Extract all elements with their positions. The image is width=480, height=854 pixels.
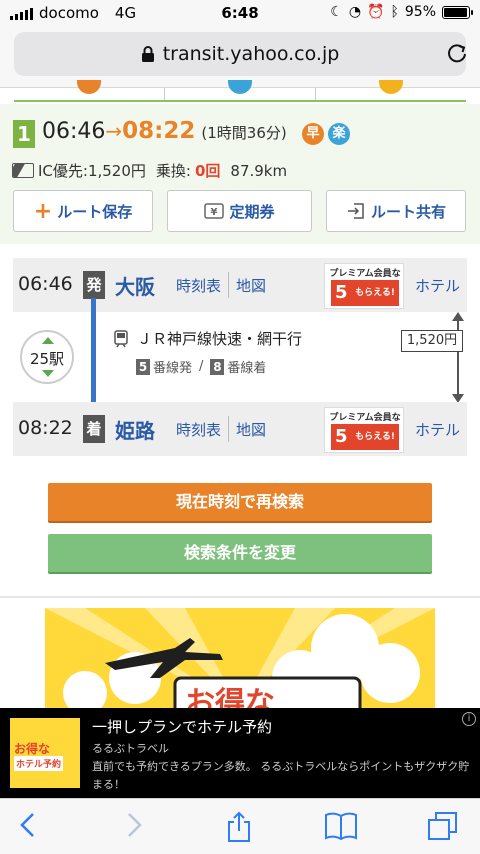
divider [228, 416, 229, 442]
duration: (1時間36分) [201, 124, 287, 142]
ad-banner[interactable]: お得な [45, 608, 435, 708]
save-route-label: ルート保存 [57, 202, 133, 221]
arrow-up-icon [452, 312, 464, 321]
train-info: ＪＲ神戸線快速・網干行 [113, 328, 302, 349]
ad-banner-text: お得な [185, 686, 275, 708]
bookmarks-icon[interactable] [324, 811, 358, 841]
promo-text: もらえる! [355, 432, 395, 442]
commuter-pass-button[interactable]: ¥ 定期券 [167, 190, 312, 232]
triangle-down-icon [42, 370, 54, 377]
tab-route-1[interactable] [14, 80, 165, 100]
fare-label: 1,520円 [401, 330, 463, 352]
share-route-label: ルート共有 [370, 202, 446, 221]
research-now-button[interactable]: 現在時刻で再検索 [48, 483, 432, 521]
change-conditions-button[interactable]: 検索条件を変更 [48, 534, 432, 572]
arr-platform-text: 番線着 [227, 361, 267, 376]
ad-title[interactable]: 一押しプランでホテル予約 [92, 716, 272, 737]
pass-icon: ¥ [204, 203, 225, 219]
origin-station-row: 06:46 発 大阪 時刻表 地図 プレミアム会員なら 5もらえる! ホテル [13, 258, 467, 312]
promo-pct: 5 [335, 282, 348, 303]
plus-icon: + [33, 198, 53, 224]
badge-fast: 早 [302, 123, 324, 145]
arr-platform-number: 8 [210, 358, 225, 375]
status-bar: docomo 4G 6:48 ☾ ◔ ⏰ ᛒ 95% [0, 0, 480, 30]
badge-easy: 楽 [328, 123, 350, 145]
origin-station-name[interactable]: 大阪 [115, 271, 155, 300]
battery-percent: 95% [404, 4, 436, 20]
ic-card-icon [12, 163, 34, 178]
destination-time: 08:22 [18, 417, 73, 439]
ad-thumb-text1: お得な [14, 742, 51, 756]
platform-info: 5 番線発 / 8 番線着 [136, 357, 266, 376]
promo-pct: 5 [335, 426, 348, 447]
origin-time: 06:46 [18, 273, 73, 295]
browser-toolbar [0, 798, 480, 854]
triangle-up-icon [42, 337, 54, 344]
moon-icon: ☾ [330, 4, 343, 20]
share-route-button[interactable]: ルート共有 [326, 190, 466, 232]
battery-icon [442, 5, 473, 19]
depart-time: 06:46 [42, 119, 106, 144]
route-number: 1 [13, 120, 35, 148]
dep-platform-text: 番線発 [153, 361, 193, 376]
ad-advertiser: るるぶトラベル [92, 742, 169, 755]
transfers-value: 0回 [194, 162, 221, 180]
destination-station-row: 08:22 着 姫路 時刻表 地図 プレミアム会員なら 5もらえる! ホテル [13, 402, 467, 456]
depart-mark: 発 [83, 271, 105, 299]
origin-hotel-link[interactable]: ホテル [415, 275, 460, 296]
bluetooth-icon: ᛒ [390, 4, 399, 20]
ic-fare: IC優先:1,520円 [38, 162, 146, 180]
route-info: IC優先:1,520円 乗換: 0回 87.9km [12, 160, 287, 181]
share-sheet-icon[interactable] [226, 811, 252, 843]
back-icon[interactable] [18, 811, 38, 839]
distance: 87.9km [230, 161, 288, 180]
ad-overlay[interactable]: お得な ホテル予約 一押しプランでホテル予約 るるぶトラベル 直前でも予約できる… [0, 708, 480, 798]
status-icons: ☾ ◔ ⏰ ᛒ 95% [330, 4, 473, 20]
tabs-icon[interactable] [427, 811, 459, 841]
forward-icon[interactable] [124, 811, 144, 839]
route-times: 06:46 → 08:22 (1時間36分) [42, 118, 287, 144]
route-summary: 1 06:46 → 08:22 (1時間36分) 早 楽 IC優先:1,520円… [0, 104, 480, 244]
tab-route-3[interactable] [316, 80, 466, 100]
stop-count: 25駅 [20, 330, 74, 384]
url-bar[interactable]: transit.yahoo.co.jp [14, 32, 466, 76]
arrive-time: 08:22 [122, 118, 196, 144]
section-divider [0, 596, 480, 598]
divider [228, 272, 229, 298]
destination-timetable-link[interactable]: 時刻表 [176, 419, 221, 440]
origin-map-link[interactable]: 地図 [236, 275, 266, 296]
promo-box: 5 もらえる! [331, 280, 399, 306]
reload-icon[interactable] [446, 42, 468, 64]
time-arrow: → [105, 119, 123, 143]
promo-text: もらえる! [355, 288, 395, 298]
destination-hotel-link[interactable]: ホテル [415, 419, 460, 440]
commuter-pass-label: 定期券 [229, 202, 275, 221]
dep-platform-number: 5 [136, 358, 150, 375]
destination-map-link[interactable]: 地図 [236, 419, 266, 440]
ad-body: 直前でも予約できるプラン多数。 るるぶトラベルならポイントもザクザク貯まる！ [92, 760, 470, 791]
alarm-icon: ⏰ [367, 4, 385, 20]
lock-icon [141, 45, 154, 62]
train-icon [114, 329, 128, 347]
share-icon [347, 203, 364, 219]
ad-info-icon[interactable]: i [462, 712, 476, 726]
platform-separator: / [199, 359, 204, 374]
stop-count-label: 25駅 [29, 350, 65, 368]
premium-promo[interactable]: プレミアム会員なら 5もらえる! [324, 407, 404, 453]
tab-route-2[interactable] [165, 80, 316, 100]
destination-station-name[interactable]: 姫路 [115, 415, 155, 444]
orientation-lock-icon: ◔ [348, 4, 362, 20]
promo-box: 5 もらえる! [331, 424, 399, 450]
svg-text:¥: ¥ [211, 207, 218, 218]
ad-thumb-text2: ホテル予約 [14, 756, 64, 771]
route-tabs [14, 80, 466, 102]
arrive-mark: 着 [83, 415, 105, 443]
premium-promo[interactable]: プレミアム会員なら 5もらえる! [324, 263, 404, 309]
train-name: ＪＲ神戸線快速・網干行 [137, 330, 303, 348]
url-text: transit.yahoo.co.jp [162, 43, 340, 65]
save-route-button[interactable]: + ルート保存 [13, 190, 153, 232]
ad-thumbnail: お得な ホテル予約 [10, 718, 80, 788]
transfers-label: 乗換: [155, 162, 191, 180]
origin-timetable-link[interactable]: 時刻表 [176, 275, 221, 296]
